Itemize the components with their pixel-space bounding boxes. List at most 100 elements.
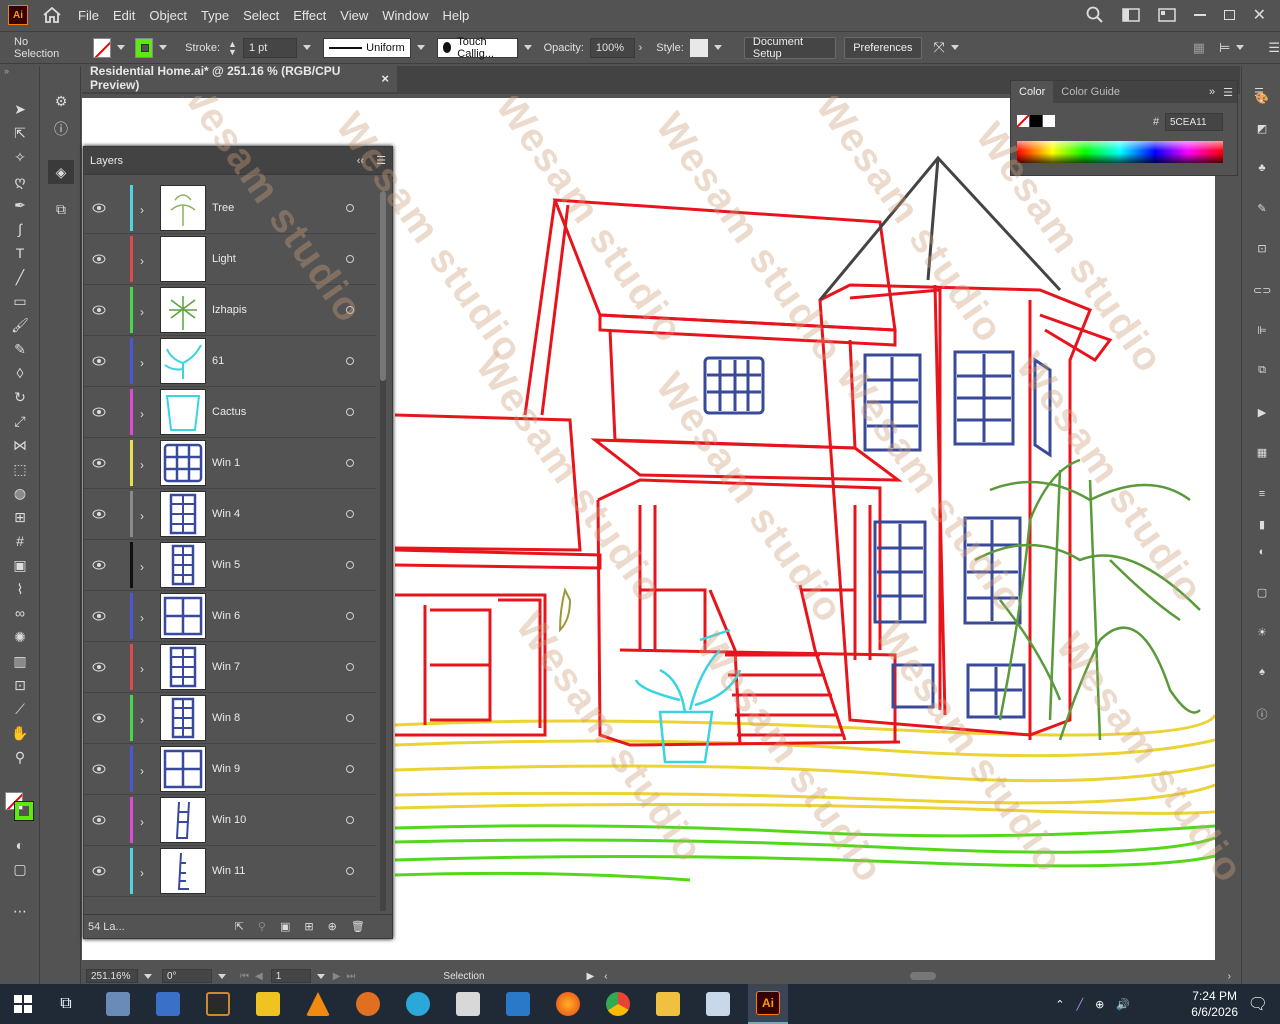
layer-name[interactable]: Izhapis bbox=[212, 304, 247, 316]
layer-name[interactable]: Win 4 bbox=[212, 508, 240, 520]
visibility-eye-icon[interactable] bbox=[92, 458, 106, 468]
document-info-icon[interactable]: ⓘ bbox=[1253, 706, 1271, 722]
symbols-icon[interactable]: ♠ bbox=[1253, 666, 1271, 682]
layer-row[interactable]: › Win 6 bbox=[84, 591, 376, 642]
layers-scrollbar-thumb[interactable] bbox=[380, 191, 386, 381]
color-panel-menu-icon[interactable]: ☰ bbox=[1223, 86, 1233, 99]
layer-name[interactable]: Win 5 bbox=[212, 559, 240, 571]
layer-name[interactable]: 61 bbox=[212, 355, 224, 367]
opacity-arrow-icon[interactable]: › bbox=[639, 42, 643, 54]
menu-file[interactable]: File bbox=[78, 8, 99, 23]
layer-name[interactable]: Tree bbox=[212, 202, 234, 214]
black-swatch[interactable] bbox=[1030, 115, 1042, 127]
visibility-eye-icon[interactable] bbox=[92, 509, 106, 519]
taskbar-app-active[interactable]: Ai bbox=[748, 984, 788, 1024]
expand-chevron-icon[interactable]: › bbox=[140, 356, 148, 370]
eyedropper-tool-icon[interactable]: ⌇ bbox=[10, 580, 30, 598]
first-artboard-icon[interactable]: ⏮ bbox=[240, 971, 249, 982]
layer-target-icon[interactable] bbox=[346, 357, 354, 365]
pathfinder-icon[interactable]: ⧉ bbox=[1253, 364, 1271, 380]
blob-brush-tool-icon[interactable]: ✎ bbox=[10, 340, 30, 358]
variable-width-profile[interactable]: Uniform bbox=[322, 37, 411, 58]
zoom-dropdown-icon[interactable] bbox=[144, 973, 152, 979]
layer-target-icon[interactable] bbox=[346, 561, 354, 569]
layer-row[interactable]: › Win 8 bbox=[84, 693, 376, 744]
menu-effect[interactable]: Effect bbox=[293, 8, 326, 23]
visibility-eye-icon[interactable] bbox=[92, 713, 106, 723]
transparency-icon[interactable]: ◐ bbox=[1253, 546, 1271, 562]
layer-row[interactable]: › Izhapis bbox=[84, 285, 376, 336]
zoom-level-field[interactable]: 251.16% bbox=[86, 969, 138, 983]
color-guide-icon[interactable]: ◩ bbox=[1253, 122, 1271, 138]
layer-row[interactable]: › Light bbox=[84, 234, 376, 285]
workspace-icon[interactable] bbox=[1121, 8, 1140, 22]
layer-name[interactable]: Win 8 bbox=[212, 712, 240, 724]
shape-builder-tool-icon[interactable]: ◍ bbox=[10, 484, 30, 502]
hand-tool-icon[interactable]: ✋ bbox=[10, 724, 30, 742]
layer-name[interactable]: Win 10 bbox=[212, 814, 246, 826]
clipping-mask-icon[interactable]: ▣ bbox=[280, 920, 290, 933]
visibility-eye-icon[interactable] bbox=[92, 407, 106, 417]
visibility-eye-icon[interactable] bbox=[92, 611, 106, 621]
distribute-icon[interactable]: ⊨ bbox=[1219, 40, 1230, 56]
expand-chevron-icon[interactable]: › bbox=[140, 662, 148, 676]
expand-chevron-icon[interactable]: › bbox=[140, 560, 148, 574]
taskbar-app[interactable] bbox=[148, 984, 188, 1024]
visibility-eye-icon[interactable] bbox=[92, 305, 106, 315]
start-button[interactable] bbox=[0, 984, 46, 1024]
layer-target-icon[interactable] bbox=[346, 663, 354, 671]
layer-target-icon[interactable] bbox=[346, 765, 354, 773]
stroke-dropdown-icon[interactable] bbox=[159, 45, 168, 50]
collapse-color-panel-icon[interactable]: » bbox=[1209, 86, 1215, 98]
menu-select[interactable]: Select bbox=[243, 8, 279, 23]
locate-object-icon[interactable]: ⚲ bbox=[258, 920, 266, 933]
new-sublayer-icon[interactable]: ⊞ bbox=[304, 920, 313, 933]
search-icon[interactable] bbox=[1086, 6, 1104, 24]
type-tool-icon[interactable]: T bbox=[10, 244, 30, 262]
transform-panel-icon[interactable]: ⊡ bbox=[1253, 242, 1271, 258]
drawing-modes-icon[interactable]: ◐ bbox=[10, 836, 30, 854]
links-icon[interactable]: ⊂⊃ bbox=[1253, 284, 1271, 300]
layer-name[interactable]: Win 9 bbox=[212, 763, 240, 775]
layer-name[interactable]: Win 11 bbox=[212, 865, 245, 877]
taskbar-app[interactable] bbox=[298, 984, 338, 1024]
taskbar-app[interactable] bbox=[648, 984, 688, 1024]
horizontal-scroll-left-icon[interactable]: ‹ bbox=[604, 971, 607, 982]
prev-artboard-icon[interactable]: ◀ bbox=[255, 971, 263, 982]
properties-panel-icon[interactable]: ⚙ bbox=[51, 92, 71, 110]
status-menu-arrow-icon[interactable]: ▶ bbox=[587, 971, 595, 982]
layer-target-icon[interactable] bbox=[346, 459, 354, 467]
visibility-eye-icon[interactable] bbox=[92, 662, 106, 672]
artboard-dropdown-icon[interactable] bbox=[316, 973, 325, 979]
layers-scrollbar[interactable] bbox=[380, 191, 386, 911]
expand-chevron-icon[interactable]: › bbox=[140, 305, 148, 319]
layer-name[interactable]: Cactus bbox=[212, 406, 246, 418]
none-swatch[interactable] bbox=[1017, 115, 1029, 127]
home-icon[interactable] bbox=[40, 3, 64, 27]
visibility-eye-icon[interactable] bbox=[92, 254, 106, 264]
tray-chevron-icon[interactable]: ⌃ bbox=[1055, 998, 1064, 1011]
perspective-grid-tool-icon[interactable]: ⊞ bbox=[10, 508, 30, 526]
layer-target-icon[interactable] bbox=[346, 714, 354, 722]
delete-layer-icon[interactable]: 🗑 bbox=[351, 920, 365, 933]
eraser-tool-icon[interactable]: ◊ bbox=[10, 364, 30, 382]
layer-target-icon[interactable] bbox=[346, 867, 354, 875]
expand-chevron-icon[interactable]: › bbox=[140, 254, 148, 268]
brushes-icon[interactable]: ✎ bbox=[1253, 202, 1271, 218]
layer-row[interactable]: › Win 1 bbox=[84, 438, 376, 489]
brush-dropdown-icon[interactable] bbox=[523, 45, 532, 50]
layer-target-icon[interactable] bbox=[346, 255, 354, 263]
style-swatch[interactable] bbox=[689, 38, 708, 57]
last-artboard-icon[interactable]: ⏭ bbox=[346, 971, 355, 982]
direct-selection-tool-icon[interactable]: ⇱ bbox=[10, 124, 30, 142]
brush-definition[interactable]: Touch Callig... bbox=[436, 36, 518, 60]
arrange-icon[interactable] bbox=[1157, 8, 1176, 22]
transform-dropdown-icon[interactable] bbox=[950, 45, 959, 50]
image-trace-icon[interactable]: ▦ bbox=[1253, 446, 1271, 462]
fill-stroke-swatches[interactable] bbox=[5, 778, 35, 828]
menu-view[interactable]: View bbox=[340, 8, 368, 23]
taskbar-app[interactable] bbox=[398, 984, 438, 1024]
layer-row[interactable]: › Win 4 bbox=[84, 489, 376, 540]
layer-row[interactable]: › Win 9 bbox=[84, 744, 376, 795]
magic-wand-tool-icon[interactable]: ✧ bbox=[10, 148, 30, 166]
